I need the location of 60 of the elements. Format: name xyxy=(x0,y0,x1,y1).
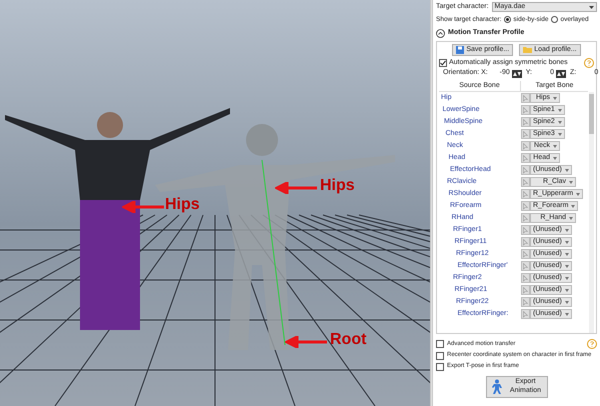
caret-icon xyxy=(571,204,576,208)
caret-icon xyxy=(564,228,569,232)
help-icon[interactable] xyxy=(587,339,597,349)
pick-bone-icon[interactable] xyxy=(521,153,530,164)
pick-bone-icon[interactable] xyxy=(521,297,530,308)
pick-bone-icon[interactable] xyxy=(521,201,530,212)
caret-icon xyxy=(564,288,569,292)
pick-bone-icon[interactable] xyxy=(521,165,530,176)
checkbox[interactable] xyxy=(436,362,444,370)
radio-button[interactable] xyxy=(504,16,512,23)
caret-icon xyxy=(564,240,569,244)
pick-bone-icon[interactable] xyxy=(521,285,530,296)
pointer-arrow xyxy=(122,201,164,213)
pick-bone-icon[interactable] xyxy=(521,129,530,140)
caret-icon xyxy=(564,276,569,280)
bone-label: Hips xyxy=(320,178,355,194)
caret-icon xyxy=(558,132,562,136)
caret-icon xyxy=(553,156,557,160)
bone-label: Root xyxy=(330,332,366,348)
collapse-icon[interactable] xyxy=(436,29,445,38)
pick-bone-icon[interactable] xyxy=(521,225,530,236)
spinner-arrows-icon[interactable] xyxy=(556,70,566,78)
pick-bone-icon[interactable] xyxy=(521,189,530,200)
checkbox[interactable] xyxy=(436,352,444,360)
caret-icon xyxy=(569,216,573,220)
checkbox[interactable] xyxy=(439,59,447,67)
pick-bone-icon[interactable] xyxy=(521,141,530,152)
pointer-arrow xyxy=(285,336,327,348)
caret-icon xyxy=(576,192,580,196)
caret-icon xyxy=(564,300,569,304)
help-icon[interactable] xyxy=(584,58,594,68)
scrollbar[interactable] xyxy=(589,92,594,333)
running-figure-icon xyxy=(490,379,504,395)
caret-icon xyxy=(564,168,569,172)
caret-icon xyxy=(589,6,594,9)
caret-icon xyxy=(564,252,569,256)
caret-icon xyxy=(564,264,569,268)
folder-icon xyxy=(523,46,532,54)
pick-bone-icon[interactable] xyxy=(521,249,530,260)
pick-bone-icon[interactable] xyxy=(521,273,530,284)
pointer-arrow xyxy=(275,182,317,194)
radio-button[interactable] xyxy=(551,16,558,23)
pick-bone-icon[interactable] xyxy=(521,93,530,104)
pick-bone-icon[interactable] xyxy=(521,177,530,188)
pick-bone-icon[interactable] xyxy=(521,105,530,116)
pick-bone-icon[interactable] xyxy=(521,213,530,224)
pick-bone-icon[interactable] xyxy=(521,237,530,248)
pick-bone-icon[interactable] xyxy=(521,261,530,272)
caret-icon xyxy=(553,96,557,100)
caret-icon xyxy=(569,180,573,184)
bone-label: Hips xyxy=(165,197,200,213)
caret-icon xyxy=(564,312,569,316)
checkmark-icon xyxy=(440,60,446,66)
checkbox[interactable] xyxy=(436,340,444,348)
spinner-arrows-icon[interactable] xyxy=(512,70,522,78)
pick-bone-icon[interactable] xyxy=(521,309,530,320)
pick-bone-icon[interactable] xyxy=(521,117,530,128)
caret-icon xyxy=(558,120,562,124)
caret-icon xyxy=(553,144,557,148)
caret-icon xyxy=(558,108,562,112)
